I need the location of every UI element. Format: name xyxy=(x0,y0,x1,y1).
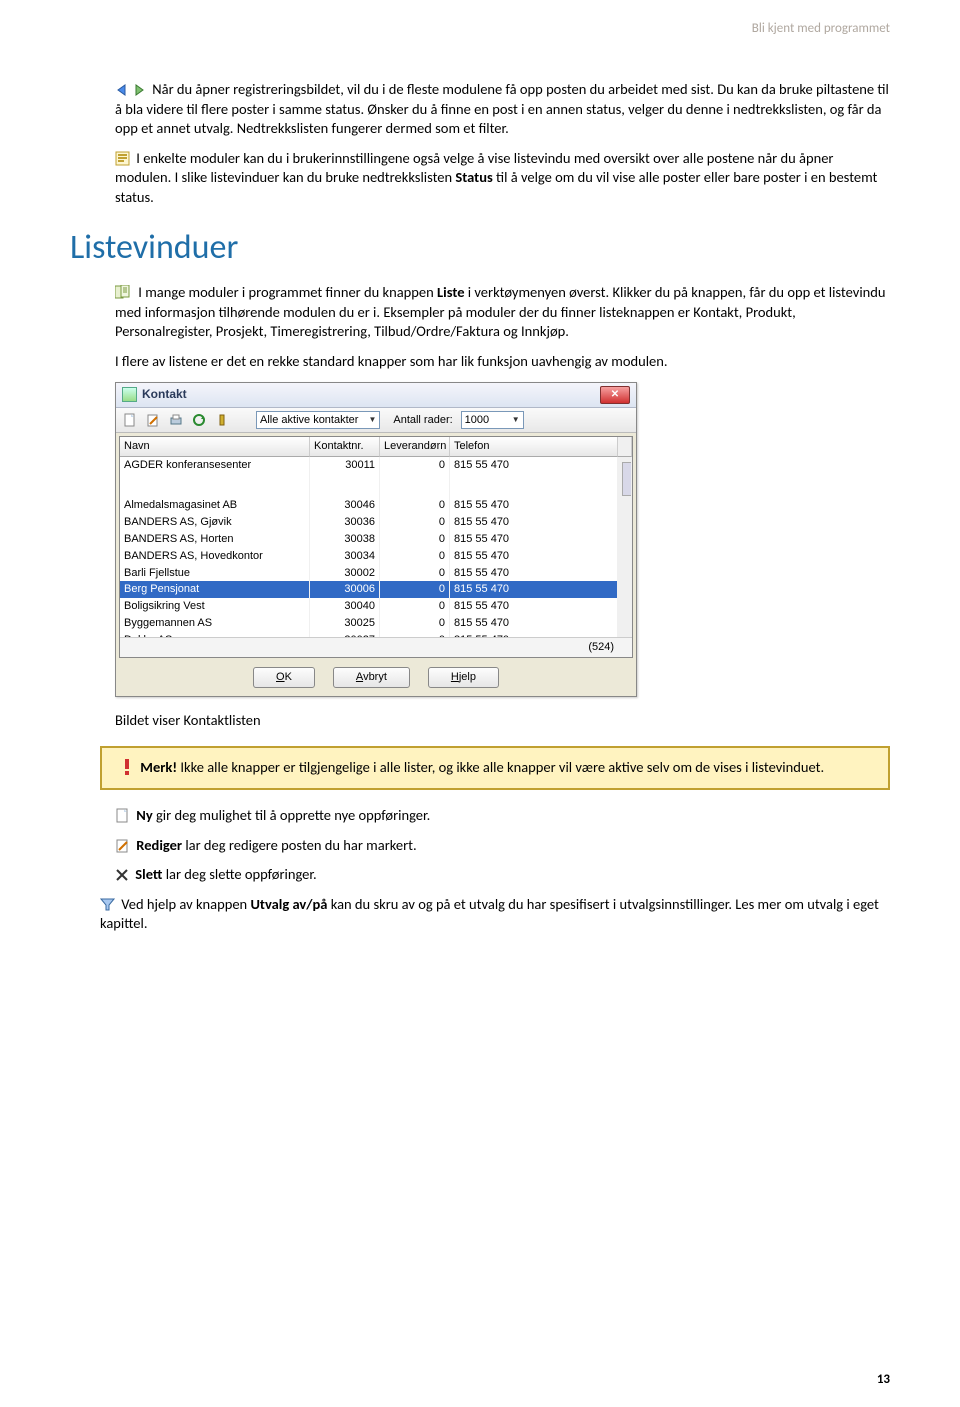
intro-text-1: Når du åpner registreringsbildet, vil du… xyxy=(115,80,889,137)
col-leverandor[interactable]: Leverandørn xyxy=(380,437,450,457)
header-breadcrumb: Bli kjent med programmet xyxy=(752,20,890,38)
heading-listevinduer: Listevinduer xyxy=(70,225,890,271)
new-icon xyxy=(115,808,130,823)
btn-desc-slett: Slett lar deg slette oppføringer. xyxy=(115,865,890,885)
cancel-button[interactable]: Avbryt xyxy=(333,667,410,688)
page-number: 13 xyxy=(877,1371,890,1389)
warning-icon xyxy=(120,759,134,775)
intro-p2: I enkelte moduler kan du i brukerinnstil… xyxy=(115,149,890,208)
grid-footer: (524) xyxy=(120,637,632,657)
window-icon xyxy=(122,387,137,402)
section-p1: I mange moduler i programmet finner du k… xyxy=(115,283,890,342)
section-p2: I flere av listene er det en rekke stand… xyxy=(115,352,890,372)
filter-icon xyxy=(100,897,115,912)
intro-p1: Når du åpner registreringsbildet, vil du… xyxy=(115,80,890,139)
table-row[interactable]: AGDER konferansesenter300110815 55 470 xyxy=(120,457,632,497)
arrow-right-icon xyxy=(132,83,146,97)
rowcount-label: Antall rader: xyxy=(393,413,452,428)
btn-desc-rediger: Rediger lar deg redigere posten du har m… xyxy=(115,836,890,856)
grid-body[interactable]: AGDER konferansesenter300110815 55 470Al… xyxy=(120,457,632,637)
col-kontaktnr[interactable]: Kontaktnr. xyxy=(310,437,380,457)
new-icon[interactable] xyxy=(121,411,139,429)
col-navn[interactable]: Navn xyxy=(120,437,310,457)
btn-desc-utvalg: Ved hjelp av knappen Utvalg av/på kan du… xyxy=(100,895,890,934)
note-box: Merk! Ikke alle knapper er tilgjengelige… xyxy=(100,746,890,790)
status-dropdown[interactable]: Alle aktive kontakter▼ xyxy=(256,411,380,430)
delete-icon xyxy=(115,868,129,882)
help-button[interactable]: Hjelp xyxy=(428,667,499,688)
ok-button[interactable]: OK xyxy=(253,667,315,688)
figure-caption: Bildet viser Kontaktlisten xyxy=(115,711,890,731)
table-row[interactable]: Barli Fjellstue300020815 55 470 xyxy=(120,565,632,582)
list-icon xyxy=(115,285,132,300)
col-telefon[interactable]: Telefon xyxy=(450,437,618,457)
chevron-down-icon: ▼ xyxy=(368,415,376,426)
table-row[interactable]: Almedalsmagasinet AB300460815 55 470 xyxy=(120,497,632,514)
edit-icon xyxy=(115,838,130,853)
toolbar: Alle aktive kontakter▼ Antall rader: 100… xyxy=(116,408,636,434)
data-grid: Navn Kontaktnr. Leverandørn Telefon AGDE… xyxy=(119,436,633,658)
window-title: Kontakt xyxy=(142,386,187,402)
table-row[interactable]: Boligsikring Vest300400815 55 470 xyxy=(120,598,632,615)
btn-desc-ny: Ny gir deg mulighet til å opprette nye o… xyxy=(115,806,890,826)
table-row[interactable]: BANDERS AS, Gjøvik300360815 55 470 xyxy=(120,514,632,531)
print-icon[interactable] xyxy=(167,411,185,429)
settings-icon xyxy=(115,151,130,166)
arrow-left-icon xyxy=(115,83,129,97)
table-row[interactable]: Dekko AS300270815 55 470 xyxy=(120,632,632,637)
button-row: OK Avbryt Hjelp xyxy=(116,661,636,696)
rowcount-dropdown[interactable]: 1000▼ xyxy=(461,411,524,430)
close-button[interactable]: ✕ xyxy=(600,386,630,404)
list-window: Kontakt ✕ Alle aktive kontakter▼ Antall … xyxy=(115,382,637,697)
table-row[interactable]: BANDERS AS, Horten300380815 55 470 xyxy=(120,531,632,548)
grid-header[interactable]: Navn Kontaktnr. Leverandørn Telefon xyxy=(120,437,632,457)
table-row[interactable]: Berg Pensjonat300060815 55 470 xyxy=(120,581,632,598)
titlebar: Kontakt ✕ xyxy=(116,383,636,408)
tool-icon[interactable] xyxy=(213,411,231,429)
table-row[interactable]: Byggemannen AS300250815 55 470 xyxy=(120,615,632,632)
chevron-down-icon: ▼ xyxy=(512,415,520,426)
refresh-icon[interactable] xyxy=(190,411,208,429)
table-row[interactable]: BANDERS AS, Hovedkontor300340815 55 470 xyxy=(120,548,632,565)
edit-icon[interactable] xyxy=(144,411,162,429)
